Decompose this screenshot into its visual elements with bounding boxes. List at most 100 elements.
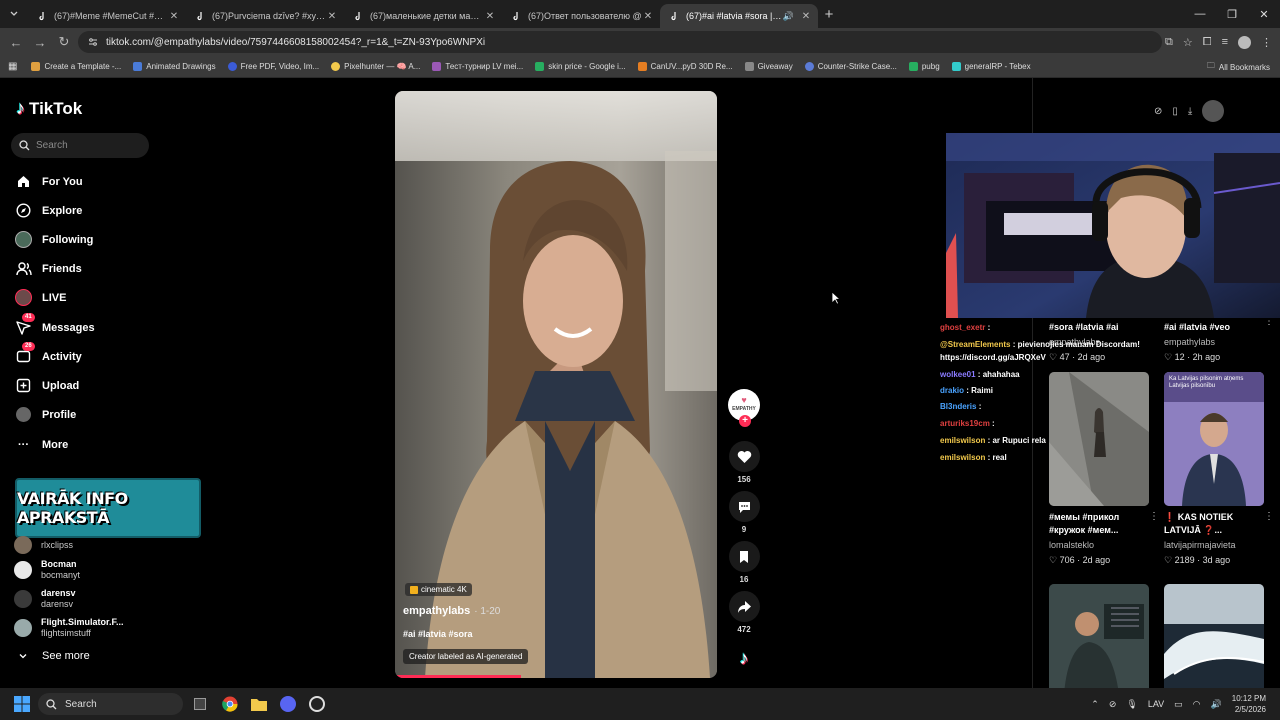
nav-friends[interactable]: Friends [15, 260, 82, 277]
extensions-icon[interactable]: ⧠ [1203, 36, 1212, 49]
creator-avatar[interactable]: ♥ EMPATHY + [728, 389, 760, 427]
discord-icon[interactable] [278, 694, 298, 714]
forward-icon[interactable]: → [28, 35, 52, 50]
media-control-icon[interactable]: ≡ [1222, 36, 1228, 48]
bookmark[interactable]: Pixelhunter — 🧠 A... [331, 62, 420, 71]
menu-kebab-icon[interactable]: ⋮ [1261, 36, 1272, 49]
volume-icon[interactable]: 🔊 [1211, 699, 1222, 710]
taskbar-clock[interactable]: 10:12 PM 2/5/2026 [1232, 693, 1266, 715]
video-progress-bar[interactable] [395, 675, 521, 678]
grid-video-card[interactable]: #мемы #прикол #кружок #мем... lomalstekl… [1049, 372, 1159, 566]
nav-profile[interactable]: Profile [15, 406, 76, 423]
apps-grid-icon[interactable]: ▦ [8, 61, 17, 72]
cast-icon[interactable]: ⧉ [1165, 36, 1173, 49]
system-tray: ⌃ ⊘ 🎙 LAV ▭ ◠ 🔊 10:12 PM 2/5/2026 [1091, 688, 1266, 720]
bookmark[interactable]: CanUV...pyD 30D Re... [637, 62, 733, 71]
grid-video-card[interactable]: #ai #latvia #veo empathylabs ♡ 12 · 2h a… [1164, 316, 1274, 363]
new-tab-button[interactable]: + [818, 6, 840, 23]
effect-chip[interactable]: cinematic 4K [405, 583, 472, 596]
bookmark-star-icon[interactable]: ☆ [1183, 36, 1193, 49]
bookmark[interactable]: Free PDF, Video, Im... [227, 62, 319, 71]
browser-tab[interactable]: (67)#Meme #MemeCut #CapC ✕ [28, 4, 186, 28]
close-window-icon[interactable]: ✕ [1248, 0, 1280, 28]
bookmark[interactable]: Тест-турнир LV mei... [432, 62, 523, 71]
tiktok-music-button[interactable]: ♪ [728, 643, 760, 674]
tab-search-button[interactable] [0, 0, 28, 28]
user-avatar[interactable] [1202, 100, 1225, 122]
profile-avatar-icon[interactable] [1238, 35, 1251, 49]
nav-more[interactable]: ··· More [15, 436, 68, 453]
follow-plus-button[interactable]: + [739, 415, 751, 427]
grid-video-card[interactable] [1164, 584, 1264, 694]
following-account[interactable]: darensv darensv [14, 588, 76, 610]
bookmark[interactable]: generalRP - Tebex [951, 62, 1031, 71]
following-account[interactable]: rlxclipss [14, 536, 73, 554]
more-options-icon[interactable]: ⋮ [1264, 511, 1274, 522]
chrome-icon[interactable] [220, 694, 240, 714]
site-info-icon[interactable] [88, 37, 98, 47]
nav-explore[interactable]: Explore [15, 202, 82, 219]
address-bar[interactable]: tiktok.com/@empathylabs/video/7597446608… [78, 31, 1162, 53]
video-player[interactable]: cinematic 4K empathylabs · 1-20 #ai #latv… [395, 91, 717, 678]
tiktok-logo[interactable]: ♪ TikTok [16, 98, 82, 119]
see-more-button[interactable]: See more [18, 650, 90, 662]
microphone-icon[interactable]: 🎙 [1126, 699, 1137, 710]
windows-start-icon[interactable] [12, 694, 32, 714]
network-icon[interactable]: ⊘ [1109, 699, 1117, 710]
file-explorer-icon[interactable] [249, 694, 269, 714]
grid-video-card[interactable] [1049, 584, 1149, 694]
comment-button[interactable] [728, 491, 760, 522]
bookmark[interactable]: pubg [908, 62, 940, 71]
obs-icon[interactable] [307, 694, 327, 714]
nav-following[interactable]: Following [15, 231, 93, 248]
search-input[interactable]: Search [11, 133, 149, 158]
display-icon[interactable]: ▭ [1174, 699, 1183, 710]
mobile-app-icon[interactable]: ▯ [1172, 106, 1178, 117]
browser-tab[interactable]: (67)Purvciema dzīve? #xyzabc# ✕ [186, 4, 344, 28]
bookmark[interactable]: skin price - Google i... [535, 62, 626, 71]
grid-video-card[interactable]: Ka Latvijas pilsonim atņems Latvijas pil… [1164, 372, 1274, 566]
wifi-icon[interactable]: ◠ [1193, 699, 1201, 710]
video-hashtags[interactable]: #ai #latvia #sora [403, 629, 473, 639]
more-options-icon[interactable]: ⋮ [1149, 511, 1159, 522]
chat-username: @StreamElements [940, 340, 1011, 349]
back-icon[interactable]: ← [4, 35, 28, 50]
all-bookmarks-button[interactable]: 🗀 All Bookmarks [1207, 56, 1270, 78]
tab-title: (67)маленькие детки маленьк [370, 11, 484, 21]
taskbar-search[interactable]: Search [38, 693, 183, 715]
tab-close-icon[interactable]: ✕ [326, 11, 338, 22]
following-account[interactable]: Bocman bocmanyt [14, 559, 80, 581]
tab-close-icon[interactable]: ✕ [800, 11, 812, 22]
browser-tab[interactable]: (67)маленькие детки маленьк ✕ [344, 4, 502, 28]
tab-close-icon[interactable]: ✕ [168, 11, 180, 22]
following-account[interactable]: Flight.Simulator.F... flightsimstuff [14, 617, 124, 639]
bookmark[interactable]: Counter-Strike Case... [804, 62, 897, 71]
tab-audio-icon[interactable]: 🔊 [783, 11, 794, 22]
bookmark[interactable]: Animated Drawings [133, 62, 216, 71]
browser-tab-active[interactable]: (67)#ai #latvia #sora | TikTo 🔊 ✕ [660, 4, 818, 28]
bookmark[interactable]: Giveaway [744, 62, 793, 71]
nav-activity[interactable]: 26 Activity [15, 342, 82, 365]
browser-tab[interactable]: (67)Ответ пользователю @ ✕ [502, 4, 660, 28]
language-indicator[interactable]: LAV [1148, 699, 1164, 709]
tab-close-icon[interactable]: ✕ [642, 11, 654, 22]
nav-live[interactable]: LIVE [15, 289, 66, 306]
chevron-up-icon[interactable]: ⌃ [1091, 699, 1099, 710]
task-view-icon[interactable] [190, 694, 210, 714]
video-author[interactable]: empathylabs · 1-20 [403, 605, 500, 617]
like-button[interactable] [728, 441, 760, 472]
coins-icon[interactable]: ⊘ [1154, 106, 1162, 117]
bookmark-icon [740, 550, 748, 563]
minimize-icon[interactable]: — [1184, 0, 1216, 28]
tab-close-icon[interactable]: ✕ [484, 11, 496, 22]
bookmark-icon [432, 62, 442, 71]
nav-messages[interactable]: 41 Messages [15, 313, 95, 336]
reload-icon[interactable]: ↻ [52, 34, 76, 50]
save-button[interactable] [728, 541, 760, 572]
maximize-icon[interactable]: ❐ [1216, 0, 1248, 28]
share-button[interactable] [728, 591, 760, 622]
download-icon[interactable]: ⤓ [1188, 106, 1192, 117]
nav-for-you[interactable]: For You [15, 173, 83, 190]
bookmark[interactable]: Create a Template -... [31, 62, 121, 71]
nav-upload[interactable]: Upload [15, 377, 79, 394]
